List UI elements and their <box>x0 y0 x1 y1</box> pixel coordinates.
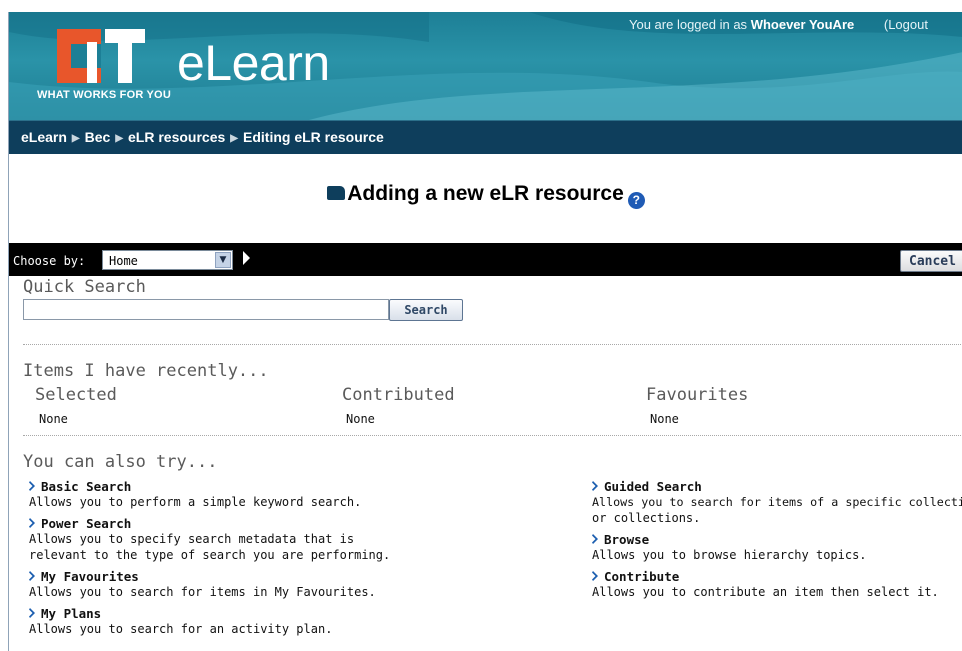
try-power-search: Power Search Allows you to specify searc… <box>29 516 449 563</box>
breadcrumb-item-current: Editing eLR resource <box>243 129 384 145</box>
page-title: Adding a new eLR resource? <box>9 182 962 209</box>
recent-contributed-heading: Contributed <box>342 385 455 405</box>
power-search-label: Power Search <box>41 516 132 531</box>
chevron-right-icon <box>592 481 598 491</box>
help-icon[interactable]: ? <box>627 192 645 209</box>
recent-selected-heading: Selected <box>35 385 117 405</box>
chevron-down-icon[interactable]: ▼ <box>215 252 231 268</box>
try-guided-search: Guided Search Allows you to search for i… <box>592 479 962 526</box>
my-favourites-link[interactable]: My Favourites <box>29 569 449 584</box>
my-plans-link[interactable]: My Plans <box>29 606 389 621</box>
try-my-plans: My Plans Allows you to search for an act… <box>29 606 389 637</box>
quick-search-heading: Quick Search <box>23 277 146 297</box>
logout-link[interactable]: (Logout <box>884 17 928 32</box>
recent-contributed-value: None <box>346 412 375 426</box>
page-title-text: Adding a new eLR resource <box>347 182 624 205</box>
my-favourites-desc: Allows you to search for items in My Fav… <box>29 585 376 599</box>
breadcrumb-separator-icon: ▶ <box>115 133 124 144</box>
search-button[interactable]: Search <box>389 299 463 321</box>
quick-search-input[interactable] <box>23 299 389 320</box>
breadcrumb-separator-icon: ▶ <box>71 133 80 144</box>
breadcrumb-separator-icon: ▶ <box>230 133 238 144</box>
go-arrow-icon[interactable] <box>243 251 250 265</box>
user-name-link[interactable]: Whoever YouAre <box>751 17 855 32</box>
my-favourites-label: My Favourites <box>41 569 139 584</box>
guided-search-label: Guided Search <box>604 479 702 494</box>
choose-by-toolbar: Choose by: Home ▼ Cancel <box>9 243 962 276</box>
resource-icon <box>327 186 346 200</box>
header-banner: WHAT WORKS FOR YOU eLearn You are logged… <box>9 12 962 120</box>
logo-tagline: WHAT WORKS FOR YOU <box>37 89 171 101</box>
login-prefix: You are logged in as <box>629 17 748 32</box>
recent-selected-value: None <box>39 412 68 426</box>
chevron-right-icon <box>29 608 35 618</box>
login-status: You are logged in as Whoever YouAre (Log… <box>629 17 928 32</box>
chevron-right-icon <box>29 518 35 528</box>
power-search-desc-line2: relevant to the type of search you are p… <box>29 548 391 562</box>
choose-by-label: Choose by: <box>13 254 86 268</box>
also-try-heading: You can also try... <box>23 452 218 472</box>
chevron-right-icon <box>29 481 35 491</box>
brand-name: eLearn <box>177 35 330 91</box>
breadcrumb: eLearn ▶ Bec ▶ eLR resources ▶ Editing eLR res… <box>9 120 962 154</box>
cit-logo[interactable] <box>57 29 145 83</box>
guided-search-desc-line1: Allows you to search for items of a spec… <box>592 495 962 509</box>
try-contribute: Contribute Allows you to contribute an i… <box>592 569 962 600</box>
contribute-link[interactable]: Contribute <box>592 569 962 584</box>
guided-search-link[interactable]: Guided Search <box>592 479 962 494</box>
power-search-desc-line1: Allows you to specify search metadata th… <box>29 532 355 546</box>
chevron-right-icon <box>592 534 598 544</box>
basic-search-link[interactable]: Basic Search <box>29 479 389 494</box>
divider <box>23 344 962 345</box>
power-search-link[interactable]: Power Search <box>29 516 449 531</box>
breadcrumb-item-elearn[interactable]: eLearn <box>21 129 67 145</box>
contribute-label: Contribute <box>604 569 680 584</box>
basic-search-label: Basic Search <box>41 479 132 494</box>
choose-by-selected-value: Home <box>109 254 138 268</box>
page-frame: WHAT WORKS FOR YOU eLearn You are logged… <box>8 12 962 651</box>
basic-search-desc: Allows you to perform a simple keyword s… <box>29 495 362 509</box>
recent-favourites-heading: Favourites <box>646 385 749 405</box>
recent-items-heading: Items I have recently... <box>23 361 269 381</box>
divider <box>23 435 962 436</box>
recent-favourites-value: None <box>650 412 679 426</box>
my-plans-desc: Allows you to search for an activity pla… <box>29 622 333 636</box>
breadcrumb-item-bec[interactable]: Bec <box>85 129 111 145</box>
browse-link[interactable]: Browse <box>592 532 962 547</box>
breadcrumb-item-elr-resources[interactable]: eLR resources <box>128 129 225 145</box>
try-basic-search: Basic Search Allows you to perform a sim… <box>29 479 389 510</box>
browse-desc: Allows you to browse hierarchy topics. <box>592 548 867 562</box>
choose-by-select[interactable]: Home ▼ <box>102 250 233 270</box>
my-plans-label: My Plans <box>41 606 102 621</box>
chevron-right-icon <box>592 571 598 581</box>
try-my-favourites: My Favourites Allows you to search for i… <box>29 569 449 600</box>
browse-label: Browse <box>604 532 650 547</box>
guided-search-desc-line2: or collections. <box>592 511 701 525</box>
cancel-button[interactable]: Cancel <box>900 250 962 272</box>
try-browse: Browse Allows you to browse hierarchy to… <box>592 532 962 563</box>
contribute-desc: Allows you to contribute an item then se… <box>592 585 939 599</box>
chevron-right-icon <box>29 571 35 581</box>
